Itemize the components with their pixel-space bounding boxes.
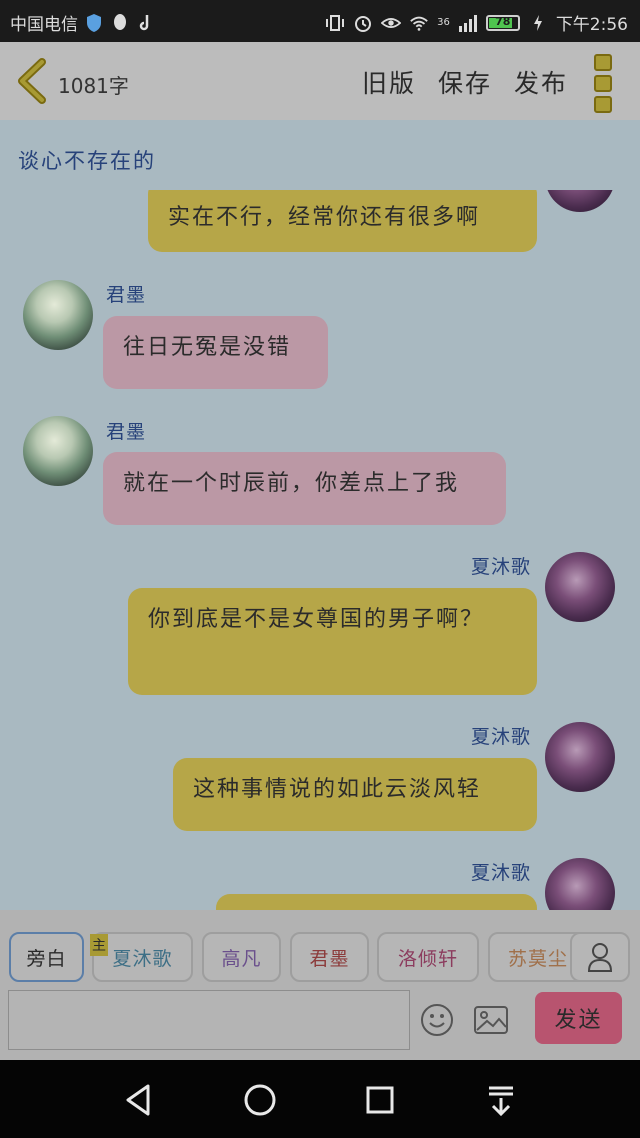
battery-icon: 78 xyxy=(485,14,520,31)
message-text: 就在一个时辰前，你差点上了我 xyxy=(123,471,460,496)
menu-dot-icon xyxy=(594,54,612,71)
character-chip-gaofan[interactable]: 高凡 xyxy=(202,932,281,982)
chip-label: 夏沐歌 xyxy=(112,947,173,970)
chip-label: 君墨 xyxy=(309,947,350,970)
battery-level: 78 xyxy=(495,14,511,28)
menu-dot-icon xyxy=(594,75,612,92)
carrier-label: 中国电信 xyxy=(10,15,78,35)
chip-label: 旁白 xyxy=(26,947,67,970)
eye-icon xyxy=(381,13,402,33)
charging-icon xyxy=(528,13,548,33)
wifi-icon xyxy=(409,13,429,33)
character-chip-luoqingxuan[interactable]: 洛倾轩 xyxy=(377,932,479,982)
chip-label: 苏莫尘 xyxy=(508,947,569,970)
message-bubble[interactable]: 往日无冤是没错 xyxy=(103,316,328,389)
triangle-back-icon xyxy=(126,1084,150,1116)
header-actions: 旧版 保存 发布 xyxy=(362,64,568,100)
message-bubble[interactable]: 你到底是不是女尊国的男子啊？ xyxy=(128,588,537,695)
message-text: 实在不行，经常你还有很多啊 xyxy=(168,205,481,230)
character-chip-narrator[interactable]: 旁白 xyxy=(9,932,84,982)
save-button[interactable]: 保存 xyxy=(438,64,492,100)
sender-name: 夏沐歌 xyxy=(471,726,532,748)
old-version-button[interactable]: 旧版 xyxy=(362,64,416,100)
composer-panel: 旁白 主 夏沐歌 高凡 君墨 洛倾轩 苏莫尘 发送 xyxy=(0,910,640,1060)
emoji-button[interactable] xyxy=(420,1003,454,1037)
app-header: 1081字 旧版 保存 发布 xyxy=(0,42,640,120)
nav-notification-button[interactable] xyxy=(481,1080,521,1120)
nav-home-button[interactable] xyxy=(240,1080,280,1120)
back-arrow-icon xyxy=(18,58,46,104)
vibrate-icon xyxy=(325,13,345,33)
avatar[interactable] xyxy=(545,552,615,622)
message-input[interactable] xyxy=(8,990,410,1050)
avatar[interactable] xyxy=(545,190,615,212)
message-list[interactable]: 实在不行，经常你还有很多啊 君墨 往日无冤是没错 君墨 就在一个时辰前，你差点上… xyxy=(0,190,640,910)
sender-name: 夏沐歌 xyxy=(471,862,532,884)
message-text: 这种事情说的如此云淡风轻 xyxy=(193,777,482,802)
network-label: 36 xyxy=(437,16,450,28)
main-character-badge: 主 xyxy=(90,934,108,956)
message-bubble[interactable]: 这种事情说的如此云淡风轻 xyxy=(173,758,537,831)
image-button[interactable] xyxy=(473,1005,509,1035)
square-recents-icon xyxy=(366,1086,394,1114)
sender-name: 君墨 xyxy=(106,421,147,443)
status-bar: 中国电信 36 78 下午2:56 xyxy=(0,0,640,42)
signal-icon xyxy=(458,13,478,33)
message-bubble[interactable] xyxy=(216,894,537,910)
chip-label: 洛倾轩 xyxy=(397,947,458,970)
smiley-icon xyxy=(421,1004,453,1036)
message-text: 你到底是不是女尊国的男子啊？ xyxy=(148,607,485,632)
sender-name: 夏沐歌 xyxy=(471,556,532,578)
character-manager-button[interactable] xyxy=(570,932,630,982)
clock-time: 下午2:56 xyxy=(555,15,628,35)
person-icon xyxy=(587,943,613,972)
nav-recents-button[interactable] xyxy=(360,1080,400,1120)
avatar[interactable] xyxy=(23,280,93,350)
back-button[interactable] xyxy=(14,58,54,104)
message-bubble[interactable]: 实在不行，经常你还有很多啊 xyxy=(148,190,537,252)
menu-dot-icon xyxy=(594,96,612,113)
message-bubble[interactable]: 就在一个时辰前，你差点上了我 xyxy=(103,452,506,525)
message-text: 往日无冤是没错 xyxy=(123,335,292,360)
tiktok-icon xyxy=(136,13,156,33)
image-icon xyxy=(474,1006,508,1034)
nav-back-button[interactable] xyxy=(120,1080,160,1120)
shield-icon xyxy=(84,13,104,33)
avatar[interactable] xyxy=(23,416,93,486)
more-menu-button[interactable] xyxy=(592,54,614,113)
send-button[interactable]: 发送 xyxy=(535,992,622,1044)
avatar[interactable] xyxy=(545,858,615,910)
system-nav-bar xyxy=(0,1060,640,1138)
pull-down-icon xyxy=(489,1086,513,1117)
chip-label: 高凡 xyxy=(221,947,262,970)
publish-button[interactable]: 发布 xyxy=(514,64,568,100)
qq-icon xyxy=(110,13,130,33)
circle-home-icon xyxy=(244,1084,276,1116)
chat-title: 谈心不存在的 xyxy=(18,149,156,173)
alarm-icon xyxy=(353,13,373,33)
avatar[interactable] xyxy=(545,722,615,792)
sender-name: 君墨 xyxy=(106,284,147,306)
word-count: 1081字 xyxy=(58,74,129,98)
character-chip-junmo[interactable]: 君墨 xyxy=(290,932,369,982)
